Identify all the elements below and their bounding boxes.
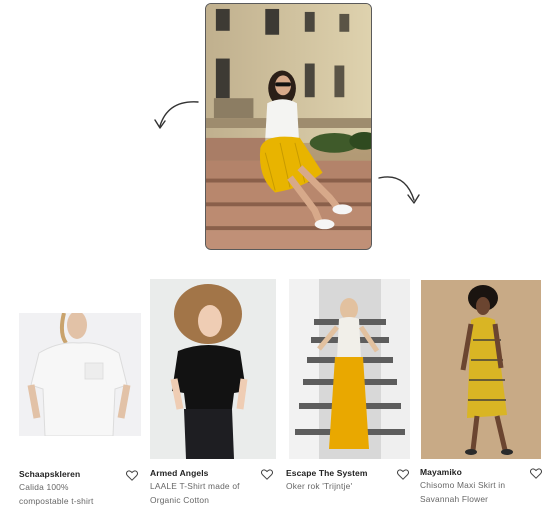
product-description: Chisomo Maxi Skirt in Savannah Flower: [420, 479, 505, 506]
product-description-line: Calida 100%: [19, 482, 69, 492]
product-description-line: LAALE T-Shirt made of: [150, 481, 240, 491]
product-description: LAALE T-Shirt made of Organic Cotton: [150, 480, 240, 507]
product-image[interactable]: [19, 313, 141, 436]
product-brand[interactable]: Armed Angels: [150, 468, 209, 478]
product-image[interactable]: [421, 280, 541, 459]
heart-icon[interactable]: [126, 470, 138, 481]
white-t-shirt-photo: [19, 313, 141, 436]
product-brand[interactable]: Schaapskleren: [19, 469, 80, 479]
curved-arrow-right-icon: [378, 176, 420, 204]
product-image[interactable]: [150, 279, 276, 459]
product-description: Oker rok 'Trijntje': [286, 480, 352, 494]
product-description-line: Organic Cotton: [150, 494, 210, 505]
ochre-skirt-photo: [289, 279, 410, 459]
product-description-line: Oker rok 'Trijntje': [286, 481, 353, 491]
product-brand[interactable]: Escape The System: [286, 468, 368, 478]
maxi-skirt-photo: [421, 280, 541, 459]
product-image[interactable]: [289, 279, 410, 459]
product-description-line: compostable t-shirt: [19, 495, 94, 506]
heart-icon[interactable]: [397, 469, 409, 480]
hero-photo: [206, 4, 371, 249]
hero-image: [205, 3, 372, 250]
product-description-line: Chisomo Maxi Skirt in: [420, 480, 506, 490]
heart-icon[interactable]: [261, 469, 273, 480]
product-description-line: Savannah Flower: [420, 493, 489, 504]
curved-arrow-left-icon: [154, 101, 199, 129]
heart-icon[interactable]: [530, 468, 542, 479]
product-description: Calida 100% compostable t-shirt: [19, 481, 94, 508]
product-brand[interactable]: Mayamiko: [420, 467, 462, 477]
black-t-shirt-photo: [150, 279, 276, 459]
